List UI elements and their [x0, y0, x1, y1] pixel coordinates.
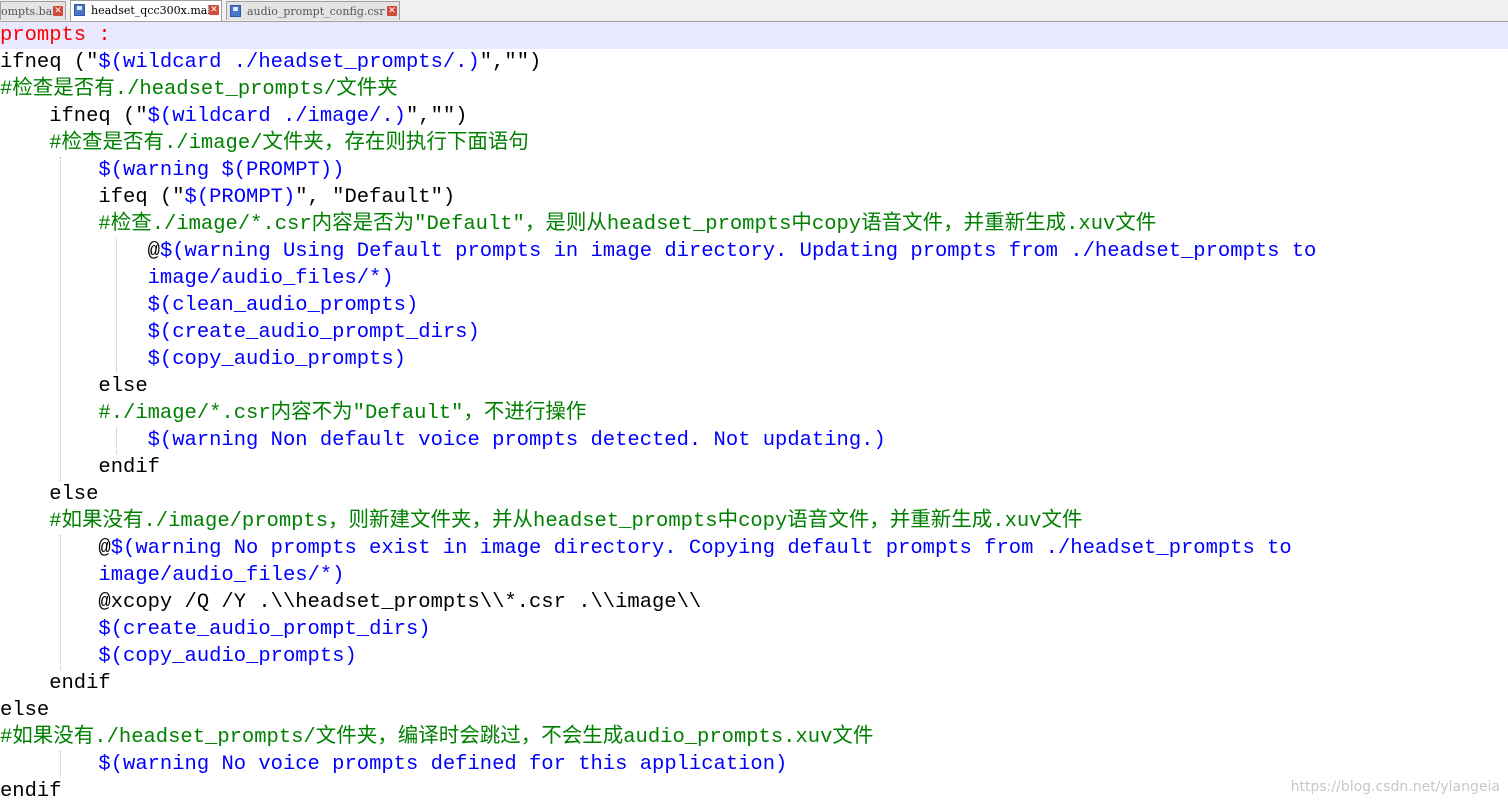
code-token: endif: [0, 780, 62, 803]
code-token: else: [0, 483, 98, 506]
tab-bar: ompts.bat ✕ headset_qcc300x.mak ✕ audio_…: [0, 0, 1508, 22]
indent-guide: [60, 157, 61, 481]
code-token: $(copy_audio_prompts): [98, 645, 356, 668]
code-line[interactable]: ifneq ("$(wildcard ./image/.)",""): [0, 103, 1508, 130]
code-line[interactable]: endif: [0, 670, 1508, 697]
code-line[interactable]: @$(warning No prompts exist in image dir…: [0, 535, 1508, 562]
code-line[interactable]: $(copy_audio_prompts): [0, 346, 1508, 373]
code-token: ",""): [406, 105, 468, 128]
tab-label: ompts.bat: [1, 5, 57, 18]
tab-label: headset_qcc300x.mak: [91, 4, 214, 17]
code-token: endif: [0, 456, 160, 479]
code-token: ifneq (": [0, 105, 148, 128]
close-icon[interactable]: ✕: [53, 6, 63, 16]
code-line[interactable]: prompts :: [0, 22, 1508, 49]
code-line[interactable]: else: [0, 481, 1508, 508]
code-token: $(warning Using Default prompts in image…: [160, 240, 1316, 263]
code-token: $(wildcard ./image/.): [148, 105, 406, 128]
code-line[interactable]: #检查是否有./headset_prompts/文件夹: [0, 76, 1508, 103]
code-token: #检查是否有./headset_prompts/文件夹: [0, 78, 398, 101]
code-token: [0, 348, 148, 371]
code-line[interactable]: $(warning Non default voice prompts dete…: [0, 427, 1508, 454]
code-line[interactable]: $(clean_audio_prompts): [0, 292, 1508, 319]
code-token: $(warning Non default voice prompts dete…: [148, 429, 886, 452]
code-token: image/audio_files/*): [0, 564, 344, 587]
code-token: $(warning $(PROMPT)): [98, 159, 344, 182]
code-token: #./image/*.csr内容不为"Default"，不进行操作: [0, 402, 586, 425]
code-line[interactable]: else: [0, 373, 1508, 400]
code-token: $(create_audio_prompt_dirs): [98, 618, 430, 641]
code-token: @: [0, 240, 160, 263]
indent-guide: [116, 427, 117, 454]
code-editor[interactable]: prompts :ifneq ("$(wildcard ./headset_pr…: [0, 22, 1508, 803]
code-line[interactable]: ifneq ("$(wildcard ./headset_prompts/.)"…: [0, 49, 1508, 76]
tab-audio-prompt-config-csr[interactable]: audio_prompt_config.csr ✕: [226, 1, 400, 20]
close-icon[interactable]: ✕: [209, 5, 219, 15]
code-token: [0, 645, 98, 668]
indent-guide: [60, 535, 61, 670]
code-line[interactable]: $(warning No voice prompts defined for t…: [0, 751, 1508, 778]
code-token: #检查./image/*.csr内容是否为"Default"，是则从headse…: [0, 213, 1156, 236]
code-token: [0, 159, 98, 182]
code-token: $(warning No voice prompts defined for t…: [98, 753, 787, 776]
code-line[interactable]: endif: [0, 778, 1508, 805]
close-icon[interactable]: ✕: [387, 6, 397, 16]
code-line[interactable]: image/audio_files/*): [0, 265, 1508, 292]
code-line[interactable]: #检查./image/*.csr内容是否为"Default"，是则从headse…: [0, 211, 1508, 238]
code-line[interactable]: else: [0, 697, 1508, 724]
code-token: ", "Default"): [295, 186, 455, 209]
code-token: ",""): [480, 51, 542, 74]
code-token: $(copy_audio_prompts): [148, 348, 406, 371]
tab-label: audio_prompt_config.csr: [247, 5, 384, 18]
code-token: $(warning No prompts exist in image dire…: [111, 537, 1292, 560]
code-token: [0, 321, 148, 344]
code-line[interactable]: ifeq ("$(PROMPT)", "Default"): [0, 184, 1508, 211]
code-token: else: [0, 375, 148, 398]
watermark: https://blog.csdn.net/ylangeia: [1291, 779, 1500, 795]
code-token: [0, 618, 98, 641]
code-token: $(create_audio_prompt_dirs): [148, 321, 480, 344]
save-file-icon: [74, 4, 85, 16]
code-token: #检查是否有./image/文件夹，存在则执行下面语句: [0, 132, 529, 155]
code-line[interactable]: #./image/*.csr内容不为"Default"，不进行操作: [0, 400, 1508, 427]
code-token: [0, 753, 98, 776]
code-token: [0, 429, 148, 452]
code-token: else: [0, 699, 49, 722]
code-token: @: [0, 537, 111, 560]
code-token: $(PROMPT): [185, 186, 296, 209]
tab-prompts-bat[interactable]: ompts.bat ✕: [0, 1, 66, 20]
code-token: @xcopy /Q /Y .\\headset_prompts\\*.csr .…: [0, 591, 701, 614]
indent-guide: [116, 238, 117, 373]
code-token: ifeq (": [0, 186, 185, 209]
save-file-icon: [230, 5, 241, 17]
indent-guide: [60, 751, 61, 778]
code-line[interactable]: $(warning $(PROMPT)): [0, 157, 1508, 184]
code-token: [0, 294, 148, 317]
code-line[interactable]: @xcopy /Q /Y .\\headset_prompts\\*.csr .…: [0, 589, 1508, 616]
code-token: $(clean_audio_prompts): [148, 294, 419, 317]
code-line[interactable]: image/audio_files/*): [0, 562, 1508, 589]
code-token: prompts :: [0, 24, 111, 47]
code-line[interactable]: $(create_audio_prompt_dirs): [0, 319, 1508, 346]
code-line[interactable]: #如果没有./image/prompts，则新建文件夹，并从headset_pr…: [0, 508, 1508, 535]
tab-headset-qcc300x-mak[interactable]: headset_qcc300x.mak ✕: [70, 0, 222, 21]
code-line[interactable]: $(copy_audio_prompts): [0, 643, 1508, 670]
code-token: #如果没有./headset_prompts/文件夹，编译时会跳过，不会生成au…: [0, 726, 873, 749]
code-token: #如果没有./image/prompts，则新建文件夹，并从headset_pr…: [0, 510, 1083, 533]
code-line[interactable]: #检查是否有./image/文件夹，存在则执行下面语句: [0, 130, 1508, 157]
code-token: endif: [0, 672, 111, 695]
code-line[interactable]: @$(warning Using Default prompts in imag…: [0, 238, 1508, 265]
code-token: ifneq (": [0, 51, 98, 74]
code-line[interactable]: $(create_audio_prompt_dirs): [0, 616, 1508, 643]
code-line[interactable]: endif: [0, 454, 1508, 481]
code-token: $(wildcard ./headset_prompts/.): [98, 51, 479, 74]
code-line[interactable]: #如果没有./headset_prompts/文件夹，编译时会跳过，不会生成au…: [0, 724, 1508, 751]
